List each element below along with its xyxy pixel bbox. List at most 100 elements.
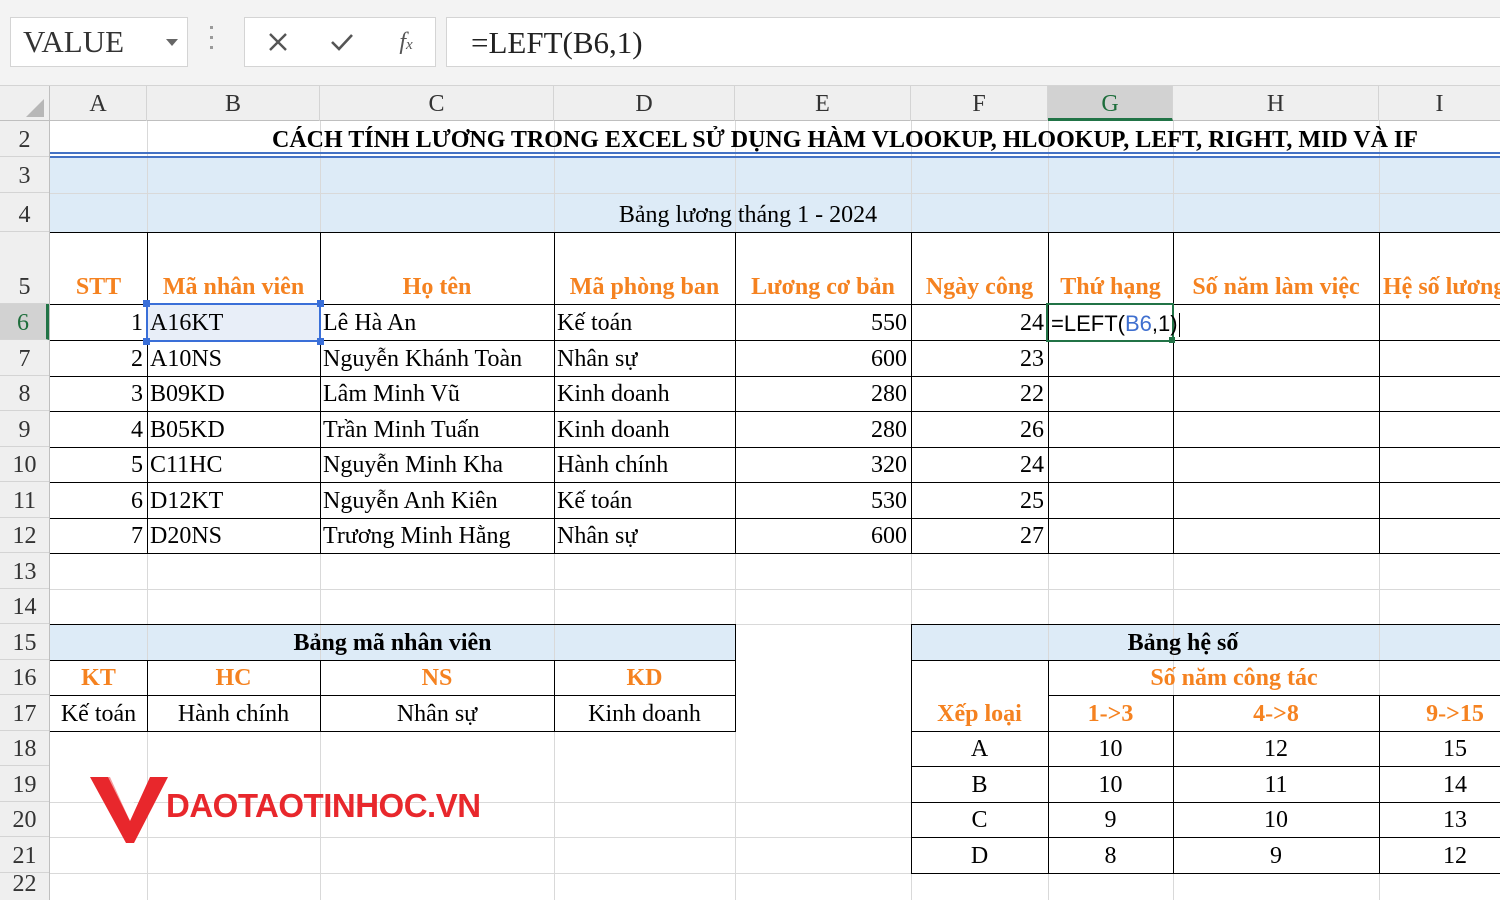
row-header[interactable]: 22 [0, 871, 49, 900]
column-header-f[interactable]: F [911, 86, 1048, 121]
cell-full-name[interactable]: Lâm Minh Vũ [320, 377, 554, 411]
cell-dept[interactable]: Hành chính [554, 448, 735, 482]
cell-stt[interactable]: 4 [50, 412, 147, 447]
coef-value[interactable]: 8 [1048, 838, 1173, 873]
cell-salary[interactable]: 320 [735, 448, 911, 482]
cell-stt[interactable]: 7 [50, 519, 147, 553]
row-header[interactable]: 11 [0, 482, 49, 518]
header-stt[interactable]: STT [50, 233, 147, 304]
cell-dept[interactable]: Kế toán [554, 305, 735, 340]
row-header[interactable]: 5 [0, 232, 49, 304]
header-employee-code[interactable]: Mã nhân viên [147, 233, 320, 304]
cell-salary[interactable]: 600 [735, 341, 911, 376]
row-header[interactable]: 2 [0, 121, 49, 157]
cell-stt[interactable]: 3 [50, 377, 147, 411]
name-box[interactable]: VALUE [10, 17, 188, 67]
code-table-name[interactable]: Kinh doanh [554, 696, 735, 731]
row-header[interactable]: 12 [0, 518, 49, 553]
cancel-button[interactable] [253, 18, 303, 66]
code-table-code[interactable]: HC [147, 661, 320, 695]
sheet-main-title[interactable]: CÁCH TÍNH LƯƠNG TRONG EXCEL SỬ DỤNG HÀM … [270, 121, 1500, 157]
code-table-code[interactable]: NS [320, 661, 554, 695]
cell-salary[interactable]: 600 [735, 519, 911, 553]
code-table-title[interactable]: Bảng mã nhân viên [50, 625, 735, 660]
cell-salary[interactable]: 550 [735, 305, 911, 340]
cell-full-name[interactable]: Nguyễn Khánh Toàn [320, 341, 554, 376]
coef-range[interactable]: 9->15 [1379, 696, 1500, 731]
coef-rank[interactable]: C [911, 803, 1048, 837]
cell-full-name[interactable]: Trương Minh Hằng [320, 519, 554, 553]
select-all-button[interactable] [0, 86, 50, 121]
cell-dept[interactable]: Nhân sự [554, 341, 735, 376]
coef-value[interactable]: 9 [1173, 838, 1379, 873]
cell-days[interactable]: 22 [911, 377, 1048, 411]
header-work-days[interactable]: Ngày công [911, 233, 1048, 304]
range-handle[interactable] [143, 300, 150, 307]
cell-stt[interactable]: 5 [50, 448, 147, 482]
header-rank[interactable]: Thứ hạng [1048, 233, 1173, 304]
column-header-c[interactable]: C [320, 86, 554, 121]
row-header[interactable]: 6 [0, 304, 49, 340]
cell-full-name[interactable]: Nguyễn Anh Kiên [320, 483, 554, 518]
coef-value[interactable]: 10 [1048, 732, 1173, 766]
column-header-a[interactable]: A [50, 86, 147, 121]
column-header-g[interactable]: G [1048, 86, 1173, 121]
range-handle[interactable] [317, 300, 324, 307]
cell-stt[interactable]: 2 [50, 341, 147, 376]
row-header[interactable]: 3 [0, 157, 49, 193]
cell-employee-code[interactable]: D20NS [147, 519, 320, 553]
cell-dept[interactable]: Kế toán [554, 483, 735, 518]
header-full-name[interactable]: Họ tên [320, 233, 554, 304]
row-header[interactable]: 18 [0, 731, 49, 766]
row-header[interactable]: 9 [0, 411, 49, 447]
cell-days[interactable]: 24 [911, 448, 1048, 482]
enter-button[interactable] [317, 18, 367, 66]
row-header[interactable]: 13 [0, 553, 49, 589]
coef-value[interactable]: 11 [1173, 767, 1379, 802]
splitter-handle-icon[interactable] [209, 26, 215, 56]
coef-rank[interactable]: A [911, 732, 1048, 766]
cell-stt[interactable]: 1 [50, 305, 147, 340]
cell-full-name[interactable]: Trần Minh Tuấn [320, 412, 554, 447]
column-header-e[interactable]: E [735, 86, 911, 121]
coef-range[interactable]: 1->3 [1048, 696, 1173, 731]
coef-value[interactable]: 12 [1173, 732, 1379, 766]
active-cell-g6[interactable]: =LEFT(B6,1) [1048, 305, 1198, 340]
cell-employee-code[interactable]: B05KD [147, 412, 320, 447]
row-header[interactable]: 10 [0, 447, 49, 482]
insert-function-button[interactable]: fx [381, 18, 431, 66]
cell-dept[interactable]: Kinh doanh [554, 377, 735, 411]
cell-salary[interactable]: 280 [735, 377, 911, 411]
coef-value[interactable]: 10 [1048, 767, 1173, 802]
row-header[interactable]: 19 [0, 766, 49, 802]
cell-full-name[interactable]: Lê Hà An [320, 305, 554, 340]
range-handle[interactable] [317, 338, 324, 345]
cell-dept[interactable]: Nhân sự [554, 519, 735, 553]
coef-years-label[interactable]: Số năm công tác [1048, 661, 1500, 695]
row-header[interactable]: 14 [0, 589, 49, 624]
cell-stt[interactable]: 6 [50, 483, 147, 518]
row-header[interactable]: 7 [0, 340, 49, 376]
coef-value[interactable]: 13 [1379, 803, 1500, 837]
coef-value[interactable]: 12 [1379, 838, 1500, 873]
code-table-code[interactable]: KD [554, 661, 735, 695]
column-header-i[interactable]: I [1379, 86, 1500, 121]
range-handle[interactable] [143, 338, 150, 345]
coef-value[interactable]: 14 [1379, 767, 1500, 802]
coef-value[interactable]: 10 [1173, 803, 1379, 837]
chevron-down-icon[interactable] [166, 39, 178, 46]
coef-value[interactable]: 15 [1379, 732, 1500, 766]
cell-days[interactable]: 25 [911, 483, 1048, 518]
coef-rank-label[interactable]: Xếp loại [911, 661, 1048, 731]
coef-value[interactable]: 9 [1048, 803, 1173, 837]
row-header[interactable]: 21 [0, 837, 49, 873]
sheet-subtitle[interactable]: Bảng lương tháng 1 - 2024 [50, 193, 1446, 232]
cell-days[interactable]: 26 [911, 412, 1048, 447]
column-header-b[interactable]: B [147, 86, 320, 121]
cell-employee-code[interactable]: C11HC [147, 448, 320, 482]
row-header[interactable]: 4 [0, 193, 49, 232]
coef-rank[interactable]: D [911, 838, 1048, 873]
header-years-worked[interactable]: Số năm làm việc [1173, 233, 1379, 304]
column-header-h[interactable]: H [1173, 86, 1379, 121]
cell-full-name[interactable]: Nguyễn Minh Kha [320, 448, 554, 482]
